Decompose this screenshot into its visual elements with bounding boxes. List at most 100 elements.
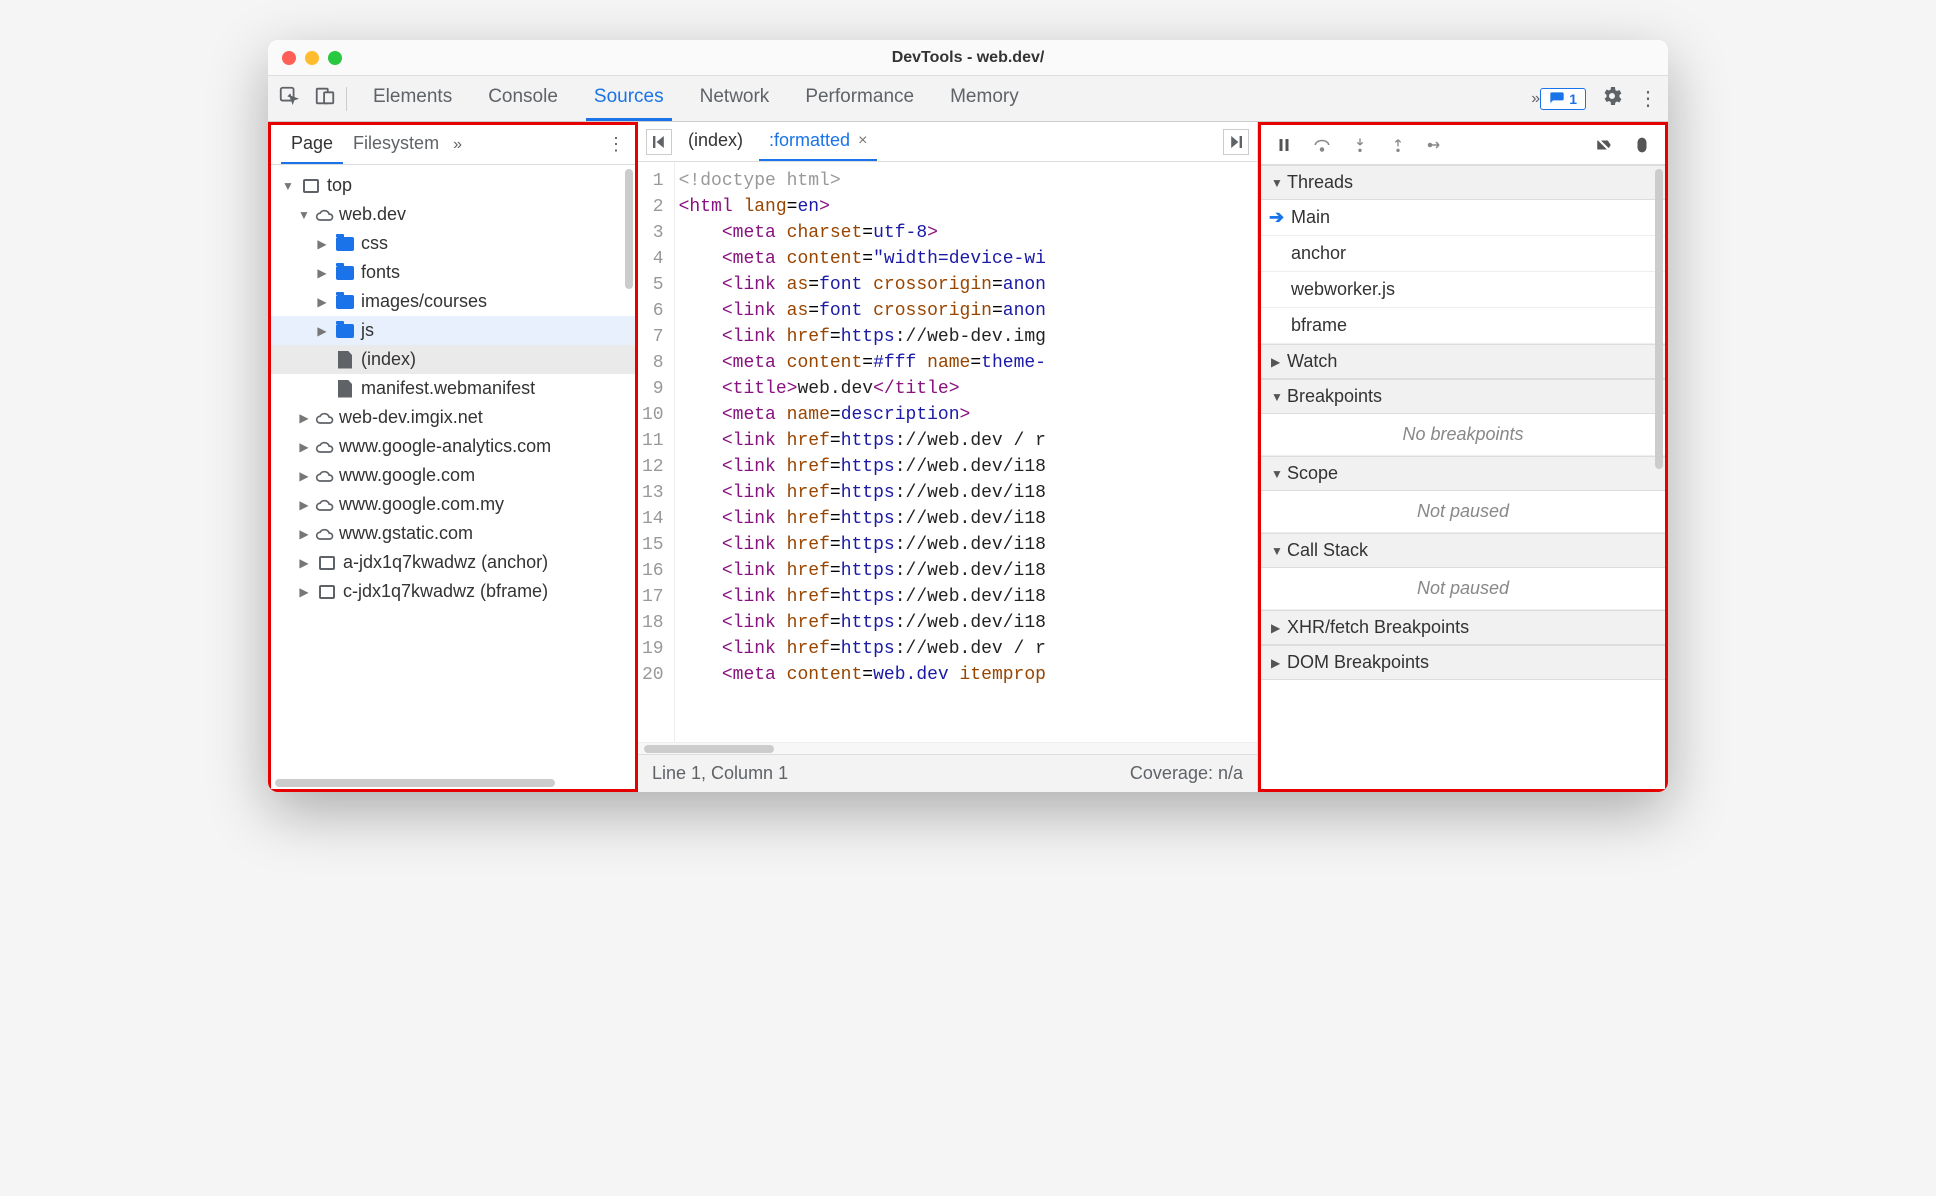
panel-tab-memory[interactable]: Memory bbox=[942, 76, 1027, 121]
coverage-status: Coverage: n/a bbox=[1130, 763, 1243, 784]
content-area: PageFilesystem » ⋮ top web.devcssfontsima… bbox=[268, 122, 1668, 792]
file-tab[interactable]: (index) bbox=[678, 122, 753, 161]
toolbar-right-group: 1 ⋮ bbox=[1540, 84, 1658, 113]
tree-item[interactable]: manifest.webmanifest bbox=[271, 374, 635, 403]
tree-item[interactable]: js bbox=[271, 316, 635, 345]
navigator-menu-icon[interactable]: ⋮ bbox=[607, 134, 625, 155]
tree-item[interactable]: www.gstatic.com bbox=[271, 519, 635, 548]
nav-forward-button[interactable] bbox=[1223, 129, 1249, 155]
tree-item[interactable]: web.dev bbox=[271, 200, 635, 229]
file-tab[interactable]: :formatted × bbox=[759, 122, 877, 161]
section-item[interactable]: anchor bbox=[1261, 236, 1665, 272]
tree-item[interactable]: www.google-analytics.com bbox=[271, 432, 635, 461]
pause-button[interactable] bbox=[1273, 134, 1295, 156]
tree-caret-icon[interactable] bbox=[297, 411, 311, 425]
code-editor[interactable]: 1234567891011121314151617181920 <!doctyp… bbox=[638, 162, 1257, 742]
step-into-button[interactable] bbox=[1349, 134, 1371, 156]
panel-tab-performance[interactable]: Performance bbox=[797, 76, 922, 121]
tree-item[interactable]: (index) bbox=[271, 345, 635, 374]
more-tabs-button[interactable]: » bbox=[1531, 90, 1540, 108]
deactivate-breakpoints-button[interactable] bbox=[1593, 134, 1615, 156]
panel-tab-console[interactable]: Console bbox=[480, 76, 566, 121]
tree-caret-icon[interactable] bbox=[297, 585, 311, 599]
code-lines[interactable]: <!doctype html><html lang=en> <meta char… bbox=[675, 162, 1050, 742]
tree-caret-icon[interactable] bbox=[281, 179, 295, 193]
tree-caret-icon[interactable] bbox=[315, 266, 329, 280]
panel-tabs: Elements Console Sources Network Performance… bbox=[365, 76, 1531, 121]
section-header-dom-breakpoints[interactable]: DOM Breakpoints bbox=[1261, 645, 1665, 680]
section-header-scope[interactable]: Scope bbox=[1261, 456, 1665, 491]
tree-item[interactable]: www.google.com.my bbox=[271, 490, 635, 519]
panel-tab-elements[interactable]: Elements bbox=[365, 76, 460, 121]
tree-caret-icon[interactable] bbox=[297, 440, 311, 454]
pause-on-exceptions-button[interactable] bbox=[1631, 134, 1653, 156]
tree-item[interactable]: images/courses bbox=[271, 287, 635, 316]
tree-caret-icon[interactable] bbox=[297, 469, 311, 483]
file-icon bbox=[333, 350, 357, 370]
file-tab-label: :formatted bbox=[769, 130, 850, 151]
nav-back-button[interactable] bbox=[646, 129, 672, 155]
cursor-position: Line 1, Column 1 bbox=[652, 763, 788, 784]
navigator-tab-page[interactable]: Page bbox=[281, 125, 343, 164]
section-title: XHR/fetch Breakpoints bbox=[1287, 617, 1469, 638]
section-caret-icon bbox=[1271, 355, 1287, 369]
device-toolbar-icon[interactable] bbox=[314, 85, 336, 112]
navigator-tab-filesystem[interactable]: Filesystem bbox=[343, 125, 449, 164]
tree-item[interactable]: css bbox=[271, 229, 635, 258]
section-header-call-stack[interactable]: Call Stack bbox=[1261, 533, 1665, 568]
tree-scrollbar-vertical[interactable] bbox=[625, 169, 633, 289]
section-item[interactable]: webworker.js bbox=[1261, 272, 1665, 308]
line-gutter: 1234567891011121314151617181920 bbox=[638, 162, 675, 742]
tree-item[interactable]: c-jdx1q7kwadwz (bframe) bbox=[271, 577, 635, 606]
debugger-scrollbar-vertical[interactable] bbox=[1655, 169, 1663, 469]
step-over-button[interactable] bbox=[1311, 134, 1333, 156]
panel-tab-sources[interactable]: Sources bbox=[586, 76, 672, 121]
section-caret-icon bbox=[1271, 656, 1287, 670]
issues-button[interactable]: 1 bbox=[1540, 88, 1586, 110]
tree-item-label: js bbox=[361, 320, 374, 341]
section-caret-icon bbox=[1271, 544, 1287, 558]
section-caret-icon bbox=[1271, 390, 1287, 404]
section-header-watch[interactable]: Watch bbox=[1261, 344, 1665, 379]
tree-item-label: www.gstatic.com bbox=[339, 523, 473, 544]
toolbar-divider bbox=[346, 87, 347, 111]
settings-icon[interactable] bbox=[1600, 84, 1624, 113]
tree-caret-icon[interactable] bbox=[315, 324, 329, 338]
step-out-button[interactable] bbox=[1387, 134, 1409, 156]
cloud-icon bbox=[315, 411, 335, 425]
section-empty-message: Not paused bbox=[1261, 568, 1665, 610]
tree-caret-icon[interactable] bbox=[297, 498, 311, 512]
more-menu-icon[interactable]: ⋮ bbox=[1638, 86, 1658, 111]
tree-item-label: (index) bbox=[361, 349, 416, 370]
tree-item-label: www.google.com bbox=[339, 465, 475, 486]
section-item[interactable]: bframe bbox=[1261, 308, 1665, 344]
tree-caret-icon[interactable] bbox=[297, 208, 311, 222]
editor-scrollbar-thumb[interactable] bbox=[644, 745, 774, 753]
section-header-threads[interactable]: Threads bbox=[1261, 165, 1665, 200]
panel-tab-network[interactable]: Network bbox=[692, 76, 778, 121]
editor-scrollbar-horizontal[interactable] bbox=[638, 742, 1257, 754]
cloud-icon bbox=[315, 469, 335, 483]
inspect-element-icon[interactable] bbox=[278, 85, 300, 112]
tree-item[interactable]: web-dev.imgix.net bbox=[271, 403, 635, 432]
tree-item[interactable]: a-jdx1q7kwadwz (anchor) bbox=[271, 548, 635, 577]
tree-item-label: top bbox=[327, 175, 352, 196]
section-header-breakpoints[interactable]: Breakpoints bbox=[1261, 379, 1665, 414]
tree-item[interactable]: www.google.com bbox=[271, 461, 635, 490]
tree-item[interactable]: top bbox=[271, 171, 635, 200]
close-tab-icon[interactable]: × bbox=[858, 132, 867, 150]
tree-caret-icon[interactable] bbox=[315, 237, 329, 251]
tree-scrollbar-horizontal[interactable] bbox=[275, 779, 555, 787]
cloud-icon bbox=[315, 208, 335, 222]
section-header-xhr-fetch-breakpoints[interactable]: XHR/fetch Breakpoints bbox=[1261, 610, 1665, 645]
tree-caret-icon[interactable] bbox=[297, 556, 311, 570]
step-button[interactable] bbox=[1425, 134, 1447, 156]
tree-caret-icon[interactable] bbox=[297, 527, 311, 541]
tree-caret-icon[interactable] bbox=[315, 295, 329, 309]
editor-panel: (index) :formatted × 123456789101112131415… bbox=[638, 122, 1258, 792]
section-item[interactable]: Main bbox=[1261, 200, 1665, 236]
section-caret-icon bbox=[1271, 467, 1287, 481]
tree-item[interactable]: fonts bbox=[271, 258, 635, 287]
navigator-more-tabs[interactable]: » bbox=[453, 136, 462, 154]
section-caret-icon bbox=[1271, 621, 1287, 635]
